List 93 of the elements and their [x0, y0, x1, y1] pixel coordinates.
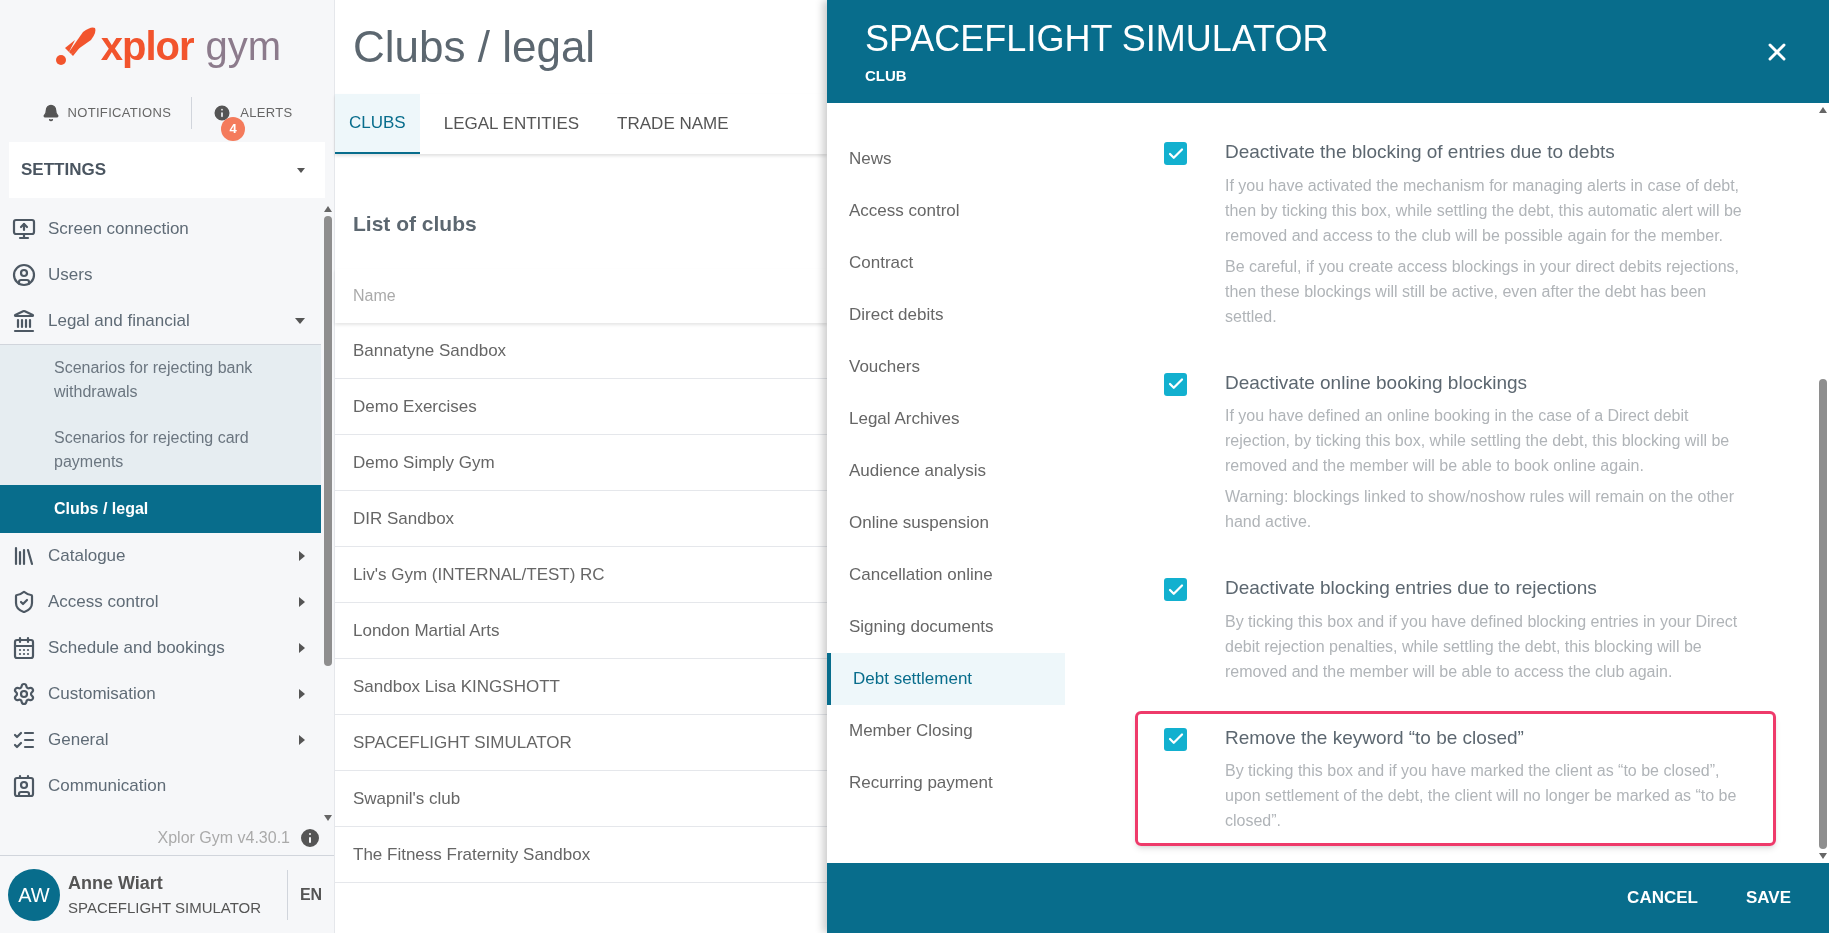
panel-nav-item[interactable]: Online suspension	[827, 497, 1065, 549]
scrollbar-thumb[interactable]	[1818, 379, 1827, 849]
checkbox[interactable]	[1164, 372, 1187, 396]
table-cell-text: Sandbox Lisa KINGSHOTT	[353, 675, 560, 698]
caret-right-icon	[299, 643, 305, 653]
sidebar-item[interactable]: Catalogue	[0, 533, 321, 579]
option-title: Deactivate online booking blockings	[1225, 370, 1529, 395]
sidebar-item[interactable]: Access control	[0, 579, 321, 625]
menu-icon	[12, 636, 36, 660]
panel-nav-item[interactable]: Vouchers	[827, 341, 1065, 393]
logo-product-text: gym	[205, 26, 282, 66]
menu-icon	[12, 774, 36, 798]
scroll-up-arrow-icon[interactable]	[323, 206, 332, 212]
sidebar-item[interactable]: General	[0, 717, 321, 763]
user-name: Anne Wiart	[68, 871, 164, 895]
sidebar-item[interactable]: Customisation	[0, 671, 321, 717]
bell-icon	[41, 104, 60, 122]
settings-dropdown[interactable]: SETTINGS	[9, 142, 325, 198]
list-title: List of clubs	[353, 210, 477, 237]
table-cell-text: Swapnil's club	[353, 787, 461, 810]
caret-down-icon	[295, 318, 305, 324]
menu-icon	[12, 309, 36, 333]
option-description: By ticking this box and if you have defined blocking entries in your Direct debit rejection penalties, while settling the debt, this blocking will be removed and the member will be able to access the club again.	[1225, 611, 1739, 682]
panel-title: SPACEFLIGHT SIMULATOR	[865, 16, 1329, 61]
checkbox[interactable]	[1164, 578, 1187, 601]
sidebar-item[interactable]: Communication	[0, 763, 321, 809]
table-cell-text: Bannatyne Sandbox	[353, 339, 507, 362]
panel-nav-item[interactable]: Legal Archives	[827, 393, 1065, 445]
scroll-down-arrow-icon[interactable]	[323, 815, 332, 821]
sidebar-item[interactable]: Legal and financial	[0, 298, 321, 344]
panel-nav-item[interactable]: Cancellation online	[827, 549, 1065, 601]
panel-nav-item[interactable]: Member Closing	[827, 705, 1065, 757]
logo-brand-text: xplor	[100, 26, 194, 66]
scrollbar-thumb[interactable]	[323, 216, 332, 666]
panel-nav-item[interactable]: Recurring payment	[827, 757, 1065, 809]
option-description: If you have activated the mechanism for managing alerts in case of debt, then by ticking this box, while settling the debt, this automatic alert will be removed and access to the club will be possible again for the member.	[1225, 175, 1743, 246]
user-club: SPACEFLIGHT SIMULATOR	[68, 897, 262, 918]
panel-nav-item[interactable]: Audience analysis	[827, 445, 1065, 497]
menu-icon	[12, 544, 36, 568]
column-header: Name	[353, 286, 396, 306]
page-title: Clubs / legal	[353, 21, 596, 73]
user-avatar: AW	[8, 868, 60, 921]
sidebar-item[interactable]: Users	[0, 252, 321, 298]
table-cell-text: Demo Exercises	[353, 395, 477, 418]
scroll-up-arrow-icon[interactable]	[1818, 107, 1827, 113]
table-cell-text: DIR Sandbox	[353, 507, 455, 530]
option-title: Deactivate the blocking of entries due to debts	[1225, 140, 1616, 164]
option-description: If you have defined an online booking in the case of a Direct debit rejection, by ticking this box, while settling the debt, this blocking will be removed and the member will be able to book online again.	[1225, 406, 1731, 476]
sidebar-subitem[interactable]: Scenarios for rejecting bank withdrawals	[0, 344, 321, 415]
panel-subtitle: CLUB	[865, 65, 908, 86]
panel-nav-item[interactable]: Direct debits	[827, 289, 1065, 341]
language-button[interactable]: EN	[288, 882, 334, 907]
tab[interactable]: LEGAL ENTITIES	[429, 94, 594, 154]
caret-right-icon	[299, 551, 305, 561]
sidebar-subitem[interactable]: Scenarios for rejecting card payments	[0, 415, 321, 485]
dropdown-caret-icon	[297, 167, 305, 173]
tab[interactable]: CLUBS	[335, 94, 420, 154]
alert-count-badge: 4	[221, 117, 246, 141]
sidebar-item[interactable]: Screen connection	[0, 206, 321, 252]
panel-nav-item[interactable]: Access control	[827, 185, 1065, 237]
version-text: Xplor Gym v4.30.1	[157, 828, 290, 848]
option-description: Warning: blockings linked to show/noshow rules will remain on the other hand active.	[1225, 487, 1735, 532]
info-icon[interactable]	[298, 826, 322, 850]
caret-right-icon	[299, 689, 305, 699]
option-title: Deactivate blocking entries due to rejections	[1225, 576, 1598, 600]
table-cell-text: Liv's Gym (INTERNAL/TEST) RC	[353, 563, 605, 586]
menu-icon	[12, 590, 36, 614]
sidebar-subitem[interactable]: Clubs / legal	[0, 485, 321, 533]
table-cell-text: London Martial Arts	[353, 619, 500, 642]
sidebar-item[interactable]: Schedule and bookings	[0, 625, 321, 671]
option-description: Be careful, if you create access blockings in your direct debits rejections, then these blockings will still be active, even after the debt has been settled.	[1225, 256, 1741, 327]
footer-button[interactable]: SAVE	[1731, 876, 1805, 920]
panel-nav-item[interactable]: Signing documents	[827, 601, 1065, 653]
footer-button[interactable]: CANCEL	[1613, 876, 1712, 920]
table-cell-text: Demo Simply Gym	[353, 451, 495, 474]
menu-icon	[12, 263, 36, 287]
checkbox[interactable]	[1164, 142, 1187, 165]
caret-right-icon	[299, 735, 305, 745]
option-title: Remove the keyword “to be closed”	[1225, 725, 1525, 750]
panel-nav-item[interactable]: Debt settlement	[827, 653, 1065, 705]
panel-nav-item[interactable]: Contract	[827, 237, 1065, 289]
menu-icon	[12, 217, 36, 241]
option-description: By ticking this box and if you have marked the client as “to be closed”, upon settlement of the debt, the client will no longer be marked as “to be closed”.	[1225, 761, 1738, 831]
caret-right-icon	[299, 597, 305, 607]
notifications-link[interactable]: NOTIFICATIONS	[41, 103, 172, 123]
tab[interactable]: TRADE NAME	[603, 94, 743, 154]
panel-nav-item[interactable]: News	[827, 133, 1065, 185]
table-cell-text: The Fitness Fraternity Sandbox	[353, 843, 591, 866]
info-icon	[212, 103, 233, 123]
scroll-down-arrow-icon[interactable]	[1818, 853, 1827, 859]
checkbox[interactable]	[1164, 727, 1187, 751]
table-cell-text: SPACEFLIGHT SIMULATOR	[353, 731, 572, 754]
menu-icon	[12, 682, 36, 706]
